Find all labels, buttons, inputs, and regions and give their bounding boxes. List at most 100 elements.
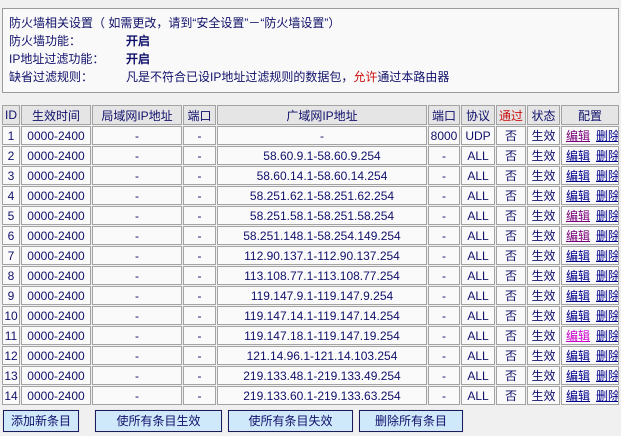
cell-id: 3 (2, 166, 20, 185)
table-row: 50000-2400--58.251.58.1-58.251.58.254-AL… (2, 206, 619, 225)
table-row: 60000-2400--58.251.148.1-58.254.149.254-… (2, 226, 619, 245)
cell-config: 编辑删除 (561, 266, 619, 285)
cell-time: 0000-2400 (21, 346, 91, 365)
table-row: 140000-2400--219.133.60.1-219.133.63.254… (2, 386, 619, 405)
delete-link[interactable]: 删除 (596, 129, 619, 143)
cell-protocol: ALL (461, 166, 495, 185)
cell-pass: 否 (496, 146, 526, 165)
cell-status: 生效 (527, 126, 560, 145)
cell-pass: 否 (496, 366, 526, 385)
cell-id: 10 (2, 306, 20, 325)
cell-wan-port: - (428, 146, 460, 165)
cell-wan-ip: 58.251.58.1-58.251.58.254 (217, 206, 427, 225)
default-rule-highlight: 允许 (353, 70, 377, 84)
cell-time: 0000-2400 (21, 226, 91, 245)
edit-link[interactable]: 编辑 (566, 369, 590, 383)
disable-all-entries-button[interactable]: 使所有条目失效 (228, 410, 353, 432)
delete-link[interactable]: 删除 (596, 249, 619, 263)
edit-link[interactable]: 编辑 (566, 129, 590, 143)
cell-config: 编辑删除 (561, 346, 619, 365)
header-config: 配置 (561, 105, 619, 125)
cell-wan-ip: 119.147.18.1-119.147.19.254 (217, 326, 427, 345)
delete-link[interactable]: 删除 (596, 149, 619, 163)
default-rule-text: 凡是不符合已设IP地址过滤规则的数据包，允许通过本路由器 (126, 68, 449, 86)
header-status: 状态 (527, 105, 560, 125)
default-rule-row: 缺省过滤规则： 凡是不符合已设IP地址过滤规则的数据包，允许通过本路由器 (9, 68, 612, 86)
delete-link[interactable]: 删除 (596, 389, 619, 403)
edit-link[interactable]: 编辑 (566, 269, 590, 283)
cell-pass: 否 (496, 386, 526, 405)
cell-pass: 否 (496, 266, 526, 285)
delete-link[interactable]: 删除 (596, 189, 619, 203)
cell-lan-port: - (183, 146, 216, 165)
cell-time: 0000-2400 (21, 146, 91, 165)
edit-link[interactable]: 编辑 (566, 309, 590, 323)
table-row: 20000-2400--58.60.9.1-58.60.9.254-ALL否生效… (2, 146, 619, 165)
delete-link[interactable]: 删除 (596, 269, 619, 283)
cell-protocol: UDP (461, 126, 495, 145)
cell-lan-port: - (183, 326, 216, 345)
cell-time: 0000-2400 (21, 326, 91, 345)
cell-id: 6 (2, 226, 20, 245)
cell-protocol: ALL (461, 306, 495, 325)
delete-link[interactable]: 删除 (596, 229, 619, 243)
add-entry-button[interactable]: 添加新条目 (3, 410, 79, 432)
enable-all-entries-button[interactable]: 使所有条目生效 (95, 410, 222, 432)
cell-wan-ip: 58.60.14.1-58.60.14.254 (217, 166, 427, 185)
cell-status: 生效 (527, 246, 560, 265)
delete-link[interactable]: 删除 (596, 309, 619, 323)
delete-link[interactable]: 删除 (596, 289, 619, 303)
edit-link[interactable]: 编辑 (566, 209, 590, 223)
edit-link[interactable]: 编辑 (566, 149, 590, 163)
header-protocol: 协议 (461, 105, 495, 125)
cell-protocol: ALL (461, 286, 495, 305)
cell-protocol: ALL (461, 146, 495, 165)
table-row: 90000-2400--119.147.9.1-119.147.9.254-AL… (2, 286, 619, 305)
cell-status: 生效 (527, 206, 560, 225)
edit-link[interactable]: 编辑 (566, 169, 590, 183)
delete-link[interactable]: 删除 (596, 169, 619, 183)
edit-link[interactable]: 编辑 (566, 249, 590, 263)
delete-link[interactable]: 删除 (596, 349, 619, 363)
cell-config: 编辑删除 (561, 146, 619, 165)
cell-status: 生效 (527, 166, 560, 185)
ip-filter-status-label: IP地址过滤功能： (9, 50, 126, 68)
cell-protocol: ALL (461, 386, 495, 405)
cell-status: 生效 (527, 386, 560, 405)
cell-id: 8 (2, 266, 20, 285)
cell-time: 0000-2400 (21, 366, 91, 385)
delete-link[interactable]: 删除 (596, 209, 619, 223)
cell-lan-ip: - (92, 306, 182, 325)
cell-wan-port: - (428, 346, 460, 365)
cell-wan-port: - (428, 366, 460, 385)
cell-status: 生效 (527, 346, 560, 365)
cell-protocol: ALL (461, 186, 495, 205)
delete-link[interactable]: 删除 (596, 369, 619, 383)
delete-all-entries-button[interactable]: 删除所有条目 (359, 410, 463, 432)
cell-lan-ip: - (92, 226, 182, 245)
cell-wan-ip: 121.14.96.1-121.14.103.254 (217, 346, 427, 365)
edit-link[interactable]: 编辑 (566, 289, 590, 303)
edit-link[interactable]: 编辑 (566, 229, 590, 243)
table-row: 130000-2400--219.133.48.1-219.133.49.254… (2, 366, 619, 385)
cell-id: 14 (2, 386, 20, 405)
cell-status: 生效 (527, 266, 560, 285)
rule-table-body: 10000-2400---8000UDP否生效编辑删除20000-2400--5… (2, 126, 619, 405)
delete-link[interactable]: 删除 (596, 329, 619, 343)
cell-protocol: ALL (461, 206, 495, 225)
cell-id: 12 (2, 346, 20, 365)
cell-wan-port: - (428, 206, 460, 225)
cell-time: 0000-2400 (21, 186, 91, 205)
edit-link[interactable]: 编辑 (566, 329, 590, 343)
cell-lan-ip: - (92, 146, 182, 165)
cell-wan-ip: 119.147.14.1-119.147.14.254 (217, 306, 427, 325)
cell-wan-port: - (428, 386, 460, 405)
edit-link[interactable]: 编辑 (566, 349, 590, 363)
edit-link[interactable]: 编辑 (566, 189, 590, 203)
cell-config: 编辑删除 (561, 186, 619, 205)
firewall-status-label: 防火墙功能： (9, 32, 126, 50)
edit-link[interactable]: 编辑 (566, 389, 590, 403)
cell-wan-ip: - (217, 126, 427, 145)
cell-time: 0000-2400 (21, 286, 91, 305)
cell-lan-ip: - (92, 186, 182, 205)
